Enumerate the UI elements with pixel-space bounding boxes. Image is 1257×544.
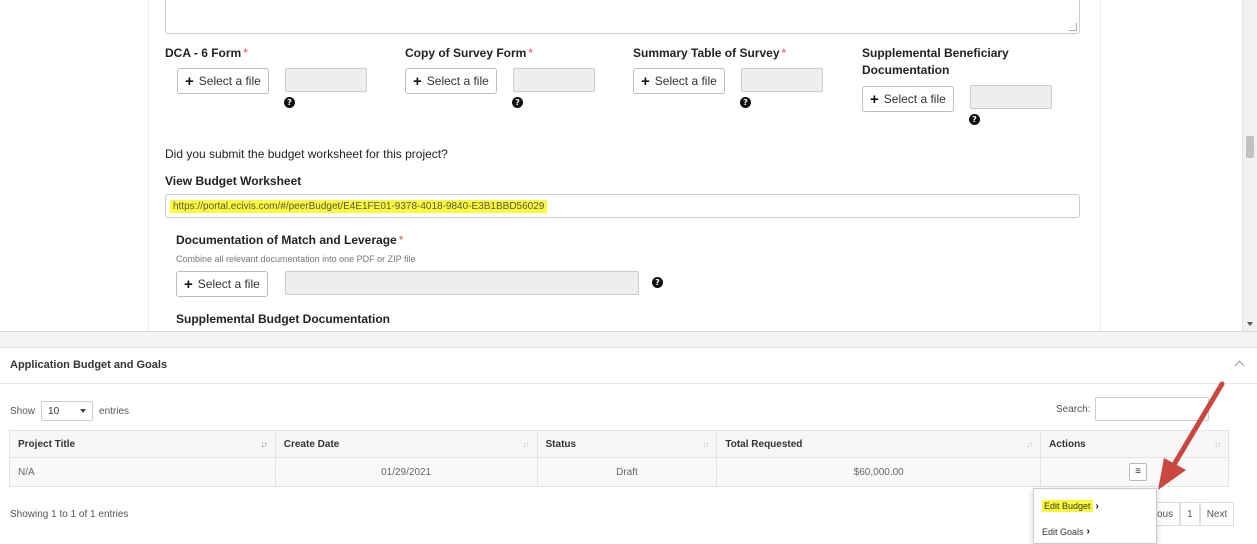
panel-separator	[0, 332, 1257, 348]
sort-icon: ↓↑	[522, 440, 530, 449]
help-icon[interactable]: ?	[969, 114, 980, 125]
pagination: ous 1 Next	[1150, 502, 1235, 526]
sort-icon: ↓↑	[1214, 440, 1221, 449]
help-icon[interactable]: ?	[740, 97, 751, 108]
match-leverage-label: Documentation of Match and Leverage *	[176, 233, 404, 247]
plus-icon: +	[870, 90, 879, 108]
search-input[interactable]	[1095, 397, 1210, 421]
menu-item-edit-budget[interactable]: Edit Budget ›	[1042, 500, 1099, 512]
survey-summary-label: Summary Table of Survey *	[633, 46, 787, 60]
survey-form-select-file-button[interactable]: + Select a file	[405, 68, 497, 94]
table-info: Showing 1 to 1 of 1 entries	[10, 509, 129, 520]
scrollbar-thumb[interactable]	[1246, 136, 1254, 158]
entries-select[interactable]: 10	[41, 401, 94, 421]
show-label: Show	[10, 405, 36, 417]
cell-total-requested: $60,000.00	[716, 457, 1042, 487]
column-header-project-title[interactable]: Project Title ↓↑	[9, 430, 276, 458]
chevron-down-icon	[80, 409, 87, 413]
comments-textarea[interactable]	[165, 0, 1080, 34]
next-page-button[interactable]: Next	[1199, 502, 1235, 526]
sort-icon: ↓↑	[260, 440, 268, 449]
budget-question: Did you submit the budget worksheet for …	[165, 147, 448, 161]
supplemental-budget-label: Supplemental Budget Documentation	[176, 312, 391, 326]
chevron-right-icon: ›	[1086, 526, 1090, 537]
table-search: Search:	[1056, 397, 1210, 421]
chevron-right-icon: ›	[1095, 500, 1099, 512]
survey-form-file-field	[513, 68, 595, 92]
sort-icon: ↓↑	[702, 440, 709, 449]
chevron-up-icon[interactable]	[1234, 360, 1245, 371]
cell-create-date: 01/29/2021	[274, 457, 538, 487]
supplemental-beneficiary-file-field	[970, 85, 1052, 109]
panel-title: Application Budget and Goals	[10, 359, 168, 371]
panel-divider	[0, 383, 1257, 384]
search-label: Search:	[1056, 403, 1091, 415]
match-leverage-help-text: Combine all relevant documentation into …	[176, 254, 416, 264]
dca6-select-file-button[interactable]: + Select a file	[177, 68, 269, 94]
entries-label: entries	[99, 405, 130, 417]
column-header-create-date[interactable]: Create Date ↓↑	[274, 430, 538, 458]
resize-grip-icon[interactable]	[1069, 23, 1077, 31]
plus-icon: +	[641, 72, 650, 90]
sort-icon: ↓↑	[1026, 440, 1033, 449]
plus-icon: +	[413, 72, 422, 90]
budget-worksheet-url-field[interactable]: https://portal.ecivis.com/#/peerBudget/E…	[165, 194, 1080, 218]
help-icon[interactable]: ?	[284, 97, 295, 108]
dca6-file-field	[285, 68, 367, 92]
cell-status: Draft	[536, 457, 718, 487]
survey-summary-select-file-button[interactable]: + Select a file	[633, 68, 725, 94]
scroll-down-icon[interactable]	[1247, 322, 1253, 326]
page-1-button[interactable]: 1	[1180, 502, 1200, 526]
help-icon[interactable]: ?	[512, 97, 523, 108]
cell-actions: ≡	[1040, 457, 1229, 487]
hamburger-icon[interactable]: ≡	[1129, 463, 1148, 481]
form-scroll-area[interactable]: DCA - 6 Form * + Select a file ? Copy of S…	[0, 0, 1257, 332]
view-budget-worksheet-label: View Budget Worksheet	[165, 174, 302, 188]
show-entries-control: Show 10 entries	[10, 401, 129, 421]
column-header-total-requested[interactable]: Total Requested ↓↑	[716, 430, 1042, 458]
survey-summary-file-field	[741, 68, 823, 92]
column-header-actions[interactable]: Actions ↓↑	[1040, 430, 1229, 458]
form-left-border	[148, 0, 149, 331]
budget-worksheet-link[interactable]: https://portal.ecivis.com/#/peerBudget/E…	[170, 200, 548, 213]
survey-form-label: Copy of Survey Form *	[405, 46, 534, 60]
match-leverage-file-field	[285, 271, 639, 295]
supplemental-beneficiary-label: Supplemental Beneficiary Documentation	[862, 46, 1009, 77]
column-header-status[interactable]: Status ↓↑	[536, 430, 718, 458]
vertical-scrollbar[interactable]	[1242, 0, 1257, 331]
plus-icon: +	[184, 275, 193, 293]
match-leverage-select-file-button[interactable]: + Select a file	[176, 271, 268, 297]
dca6-form-label: DCA - 6 Form *	[165, 46, 248, 60]
table-row: N/A 01/29/2021 Draft $60,000.00 ≡	[9, 457, 1229, 487]
form-right-border	[1100, 0, 1101, 331]
budget-goals-table: Project Title ↓↑ Create Date ↓↑ Status ↓↑ T…	[9, 430, 1229, 487]
supplemental-beneficiary-select-file-button[interactable]: + Select a file	[862, 86, 954, 112]
plus-icon: +	[185, 72, 194, 90]
menu-item-edit-goals[interactable]: Edit Goals ›	[1042, 526, 1090, 537]
cell-project-title: N/A	[9, 457, 276, 487]
help-icon[interactable]: ?	[652, 277, 663, 288]
actions-dropdown-menu: Edit Budget › Edit Goals ›	[1033, 488, 1157, 544]
